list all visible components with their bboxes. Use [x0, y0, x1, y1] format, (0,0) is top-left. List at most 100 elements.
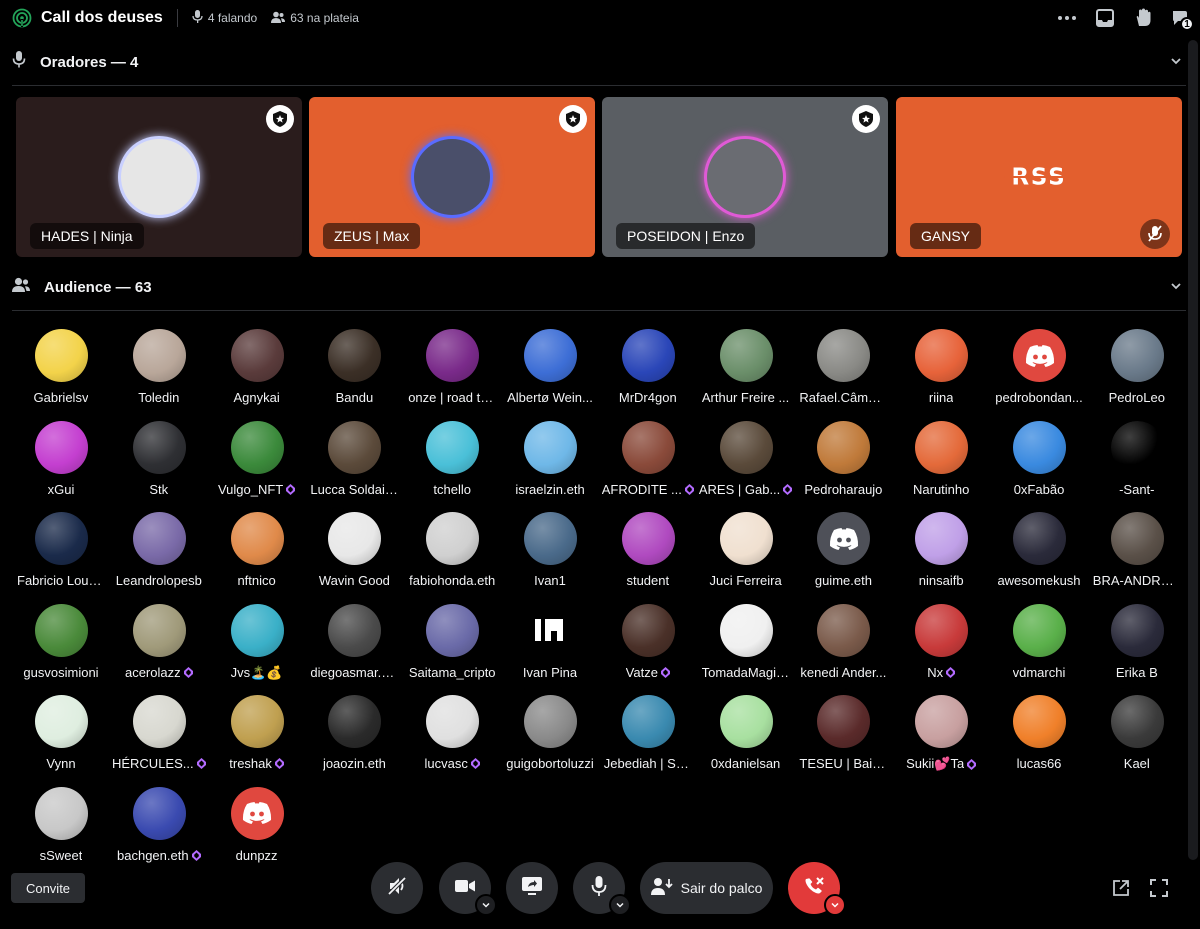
audience-member[interactable]: awesomekush — [990, 509, 1088, 589]
audience-member[interactable]: Wavin Good — [305, 509, 403, 589]
scrollbar[interactable] — [1188, 40, 1198, 860]
audience-member[interactable]: guigobortoluzzi — [501, 692, 599, 772]
audience-member[interactable]: lucvasc — [403, 692, 501, 772]
audience-name: Vynn — [46, 756, 76, 771]
fullscreen-icon[interactable] — [1140, 876, 1178, 900]
audience-member[interactable]: Ivan Pina — [501, 601, 599, 681]
avatar-highlight — [230, 329, 284, 382]
disconnect-options-chevron-icon[interactable] — [824, 894, 846, 916]
audience-member[interactable]: gusvosimioni — [12, 601, 110, 681]
audience-member[interactable]: onze | road to ... — [403, 326, 501, 406]
audience-member[interactable]: Gabrielsv — [12, 326, 110, 406]
audience-header[interactable]: Audience — 63 — [0, 269, 1200, 305]
audience-member[interactable]: AFRODITE ... — [599, 418, 697, 498]
avatar — [817, 695, 871, 748]
disconnect-button[interactable] — [788, 862, 846, 916]
audience-member[interactable]: diegoasmar.eth — [305, 601, 403, 681]
audience-member[interactable]: Stk — [110, 418, 208, 498]
audience-member[interactable]: Saitama_cripto — [403, 601, 501, 681]
audience-member[interactable]: PedroLeo — [1088, 326, 1186, 406]
threads-icon[interactable]: 1 — [1162, 0, 1200, 36]
audience-member[interactable]: Vatze — [599, 601, 697, 681]
audience-member[interactable]: sSweet — [12, 784, 110, 864]
speaker-tile[interactable]: POSEIDON | Enzo — [602, 97, 888, 257]
screen-share-icon — [521, 876, 543, 901]
audience-member[interactable]: Rafael.Câmar... — [794, 326, 892, 406]
camera-options-chevron-icon[interactable] — [475, 894, 497, 916]
audience-member[interactable]: bachgen.eth — [110, 784, 208, 864]
audience-member[interactable]: TESEU | Baixo... — [794, 692, 892, 772]
audience-member[interactable]: Fabricio Loures — [12, 509, 110, 589]
speaker-tile[interactable]: RSS GANSY — [896, 97, 1182, 257]
audience-member[interactable]: dunpzz — [208, 784, 306, 864]
audience-member[interactable]: Bandu — [305, 326, 403, 406]
speaker-tile[interactable]: ZEUS | Max — [309, 97, 595, 257]
audience-member[interactable]: riina — [892, 326, 990, 406]
audience-member[interactable]: Juci Ferreira — [697, 509, 795, 589]
avatar-highlight — [328, 603, 382, 657]
audience-member[interactable]: pedrobondan... — [990, 326, 1088, 406]
avatar — [1013, 329, 1066, 382]
audience-name-row: fabiohonda.eth — [401, 573, 503, 588]
leave-stage-button[interactable]: Sair do palco — [640, 862, 773, 914]
audience-member[interactable]: joaozin.eth — [305, 692, 403, 772]
audience-member[interactable]: tchello — [403, 418, 501, 498]
audience-member[interactable]: Albertø Wein... — [501, 326, 599, 406]
audience-member[interactable]: Toledin — [110, 326, 208, 406]
audience-member[interactable]: student — [599, 509, 697, 589]
audience-member[interactable]: TomadaMagica — [697, 601, 795, 681]
audience-member[interactable]: Arthur Freire ... — [697, 326, 795, 406]
audience-member[interactable]: Nx — [892, 601, 990, 681]
audience-member[interactable]: HÉRCULES... — [110, 692, 208, 772]
audience-member[interactable]: Jvs🏝️💰 — [208, 601, 306, 681]
audience-member[interactable]: ARES | Gab... — [697, 418, 795, 498]
audience-member[interactable]: guime.eth — [794, 509, 892, 589]
speaker-muted-icon — [386, 875, 408, 902]
audience-name-row: kenedi Ander... — [792, 665, 894, 680]
chevron-down-icon[interactable] — [1170, 279, 1182, 297]
audience-member[interactable]: lucas66 — [990, 692, 1088, 772]
audience-member[interactable]: Pedroharaujo — [794, 418, 892, 498]
audience-member[interactable]: xGui — [12, 418, 110, 498]
chevron-down-icon[interactable] — [1170, 54, 1182, 72]
microphone-options-chevron-icon[interactable] — [609, 894, 631, 916]
pop-out-icon[interactable] — [1102, 876, 1140, 900]
audience-member[interactable]: -Sant- — [1088, 418, 1186, 498]
audience-member[interactable]: 0xdanielsan — [697, 692, 795, 772]
audience-member[interactable]: Jebediah | Sui... — [599, 692, 697, 772]
audience-member[interactable]: Sukii💕Ta — [892, 692, 990, 772]
audience-member[interactable]: Ivan1 — [501, 509, 599, 589]
speaker-tile[interactable]: HADES | Ninja — [16, 97, 302, 257]
audience-member[interactable]: 0xFabão — [990, 418, 1088, 498]
audience-member[interactable]: Lucca Soldain... — [305, 418, 403, 498]
raise-hand-icon[interactable] — [1124, 0, 1162, 36]
audience-name: Jvs🏝️💰 — [230, 664, 283, 680]
microphone-button[interactable] — [573, 862, 631, 916]
audience-member[interactable]: Vynn — [12, 692, 110, 772]
audience-member[interactable]: Vulgo_NFT — [208, 418, 306, 498]
audience-member[interactable]: Narutinho — [892, 418, 990, 498]
audience-member[interactable]: Agnykai — [208, 326, 306, 406]
audience-member[interactable]: BRA-ANDRADE — [1088, 509, 1186, 589]
audience-member[interactable]: Leandrolopesb — [110, 509, 208, 589]
audience-member[interactable]: fabiohonda.eth — [403, 509, 501, 589]
speaker-name: HADES | Ninja — [30, 223, 144, 249]
audience-member[interactable]: Kael — [1088, 692, 1186, 772]
audience-member[interactable]: acerolazz — [110, 601, 208, 681]
audience-name: TESEU | Baixo... — [799, 756, 888, 771]
audience-member[interactable]: israelzin.eth — [501, 418, 599, 498]
camera-button[interactable] — [439, 862, 497, 916]
audience-member[interactable]: Erika B — [1088, 601, 1186, 681]
speakers-header[interactable]: Oradores — 4 — [0, 44, 1200, 80]
audience-member[interactable]: vdmarchi — [990, 601, 1088, 681]
audience-member[interactable]: treshak — [208, 692, 306, 772]
audience-member[interactable]: MrDr4gon — [599, 326, 697, 406]
inbox-icon[interactable] — [1086, 0, 1124, 36]
share-screen-button[interactable] — [506, 862, 558, 914]
audience-member[interactable]: nftnico — [208, 509, 306, 589]
invite-button[interactable]: Convite — [11, 873, 85, 903]
sound-off-button[interactable] — [371, 862, 423, 914]
audience-member[interactable]: kenedi Ander... — [794, 601, 892, 681]
more-options-icon[interactable] — [1048, 0, 1086, 36]
audience-member[interactable]: ninsaifb — [892, 509, 990, 589]
